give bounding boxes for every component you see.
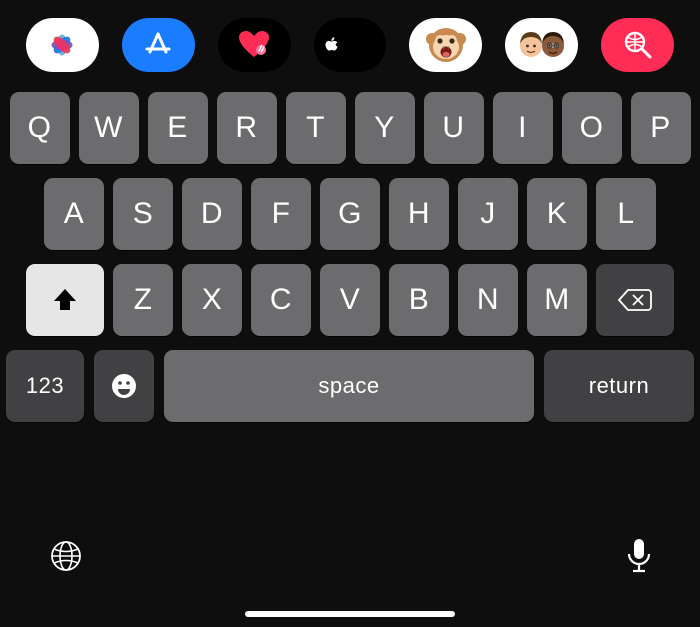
key-p[interactable]: P — [631, 92, 691, 164]
key-j[interactable]: J — [458, 178, 518, 250]
apple-logo-icon — [325, 37, 339, 53]
key-z[interactable]: Z — [113, 264, 173, 336]
key-y[interactable]: Y — [355, 92, 415, 164]
key-u[interactable]: U — [424, 92, 484, 164]
key-s[interactable]: S — [113, 178, 173, 250]
key-l[interactable]: L — [596, 178, 656, 250]
backspace-icon — [618, 288, 652, 312]
return-key[interactable]: return — [544, 350, 694, 422]
key-h[interactable]: H — [389, 178, 449, 250]
key-w[interactable]: W — [79, 92, 139, 164]
app-animoji[interactable] — [409, 18, 482, 72]
emoji-key[interactable] — [94, 350, 154, 422]
apple-pay-label: Pay — [342, 34, 376, 56]
app-photos[interactable] — [26, 18, 99, 72]
key-g[interactable]: G — [320, 178, 380, 250]
app-store[interactable] — [122, 18, 195, 72]
keyboard-row-3: ZXCVBNM — [6, 264, 694, 336]
app-digital-touch[interactable] — [218, 18, 291, 72]
dictation-key[interactable] — [626, 537, 652, 580]
key-r[interactable]: R — [217, 92, 277, 164]
appstore-icon — [143, 30, 173, 60]
microphone-icon — [626, 537, 652, 575]
key-k[interactable]: K — [527, 178, 587, 250]
keyboard-row-1: QWERTYUIOP — [6, 92, 694, 164]
shift-icon — [51, 286, 79, 314]
home-indicator[interactable] — [245, 611, 455, 617]
key-t[interactable]: T — [286, 92, 346, 164]
key-c[interactable]: C — [251, 264, 311, 336]
backspace-key[interactable] — [596, 264, 674, 336]
keyboard-bottom-bar — [0, 517, 700, 627]
key-a[interactable]: A — [44, 178, 104, 250]
key-o[interactable]: O — [562, 92, 622, 164]
digital-touch-icon — [236, 30, 272, 60]
key-q[interactable]: Q — [10, 92, 70, 164]
app-memoji[interactable] — [505, 18, 578, 72]
key-b[interactable]: B — [389, 264, 449, 336]
globe-key[interactable] — [48, 538, 84, 579]
key-d[interactable]: D — [182, 178, 242, 250]
space-key[interactable]: space — [164, 350, 534, 422]
numbers-key[interactable]: 123 — [6, 350, 84, 422]
globe-icon — [48, 538, 84, 574]
keyboard-row-2: ASDFGHJKL — [6, 178, 694, 250]
key-i[interactable]: I — [493, 92, 553, 164]
key-x[interactable]: X — [182, 264, 242, 336]
shift-key[interactable] — [26, 264, 104, 336]
emoji-icon — [109, 371, 139, 401]
imessage-app-strip: Pay — [0, 0, 700, 82]
photos-icon — [46, 29, 78, 61]
key-v[interactable]: V — [320, 264, 380, 336]
app-images-search[interactable] — [601, 18, 674, 72]
key-n[interactable]: N — [458, 264, 518, 336]
memoji-icon — [517, 24, 567, 66]
images-search-icon — [622, 29, 654, 61]
key-e[interactable]: E — [148, 92, 208, 164]
key-f[interactable]: F — [251, 178, 311, 250]
keyboard: QWERTYUIOP ASDFGHJKL ZXCVBNM 123 — [0, 82, 700, 422]
app-apple-pay[interactable]: Pay — [314, 18, 387, 72]
keyboard-row-4: 123 space return — [6, 350, 694, 422]
animoji-icon — [425, 24, 467, 66]
key-m[interactable]: M — [527, 264, 587, 336]
